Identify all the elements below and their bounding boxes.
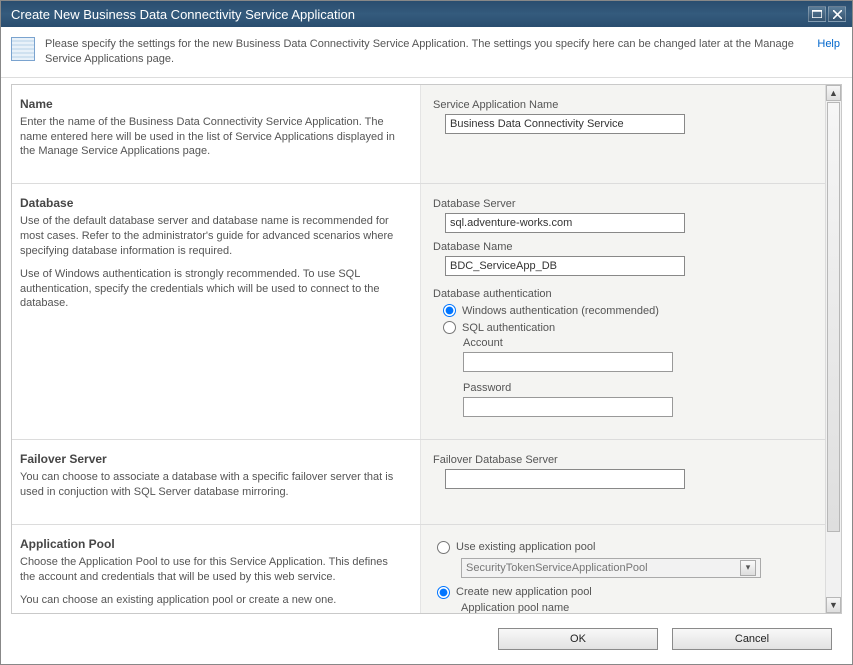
section-database-title: Database xyxy=(20,196,400,210)
db-server-label: Database Server xyxy=(433,198,813,210)
db-server-input[interactable] xyxy=(445,213,685,233)
section-name-desc: Enter the name of the Business Data Conn… xyxy=(20,115,400,160)
ok-button[interactable]: OK xyxy=(498,628,658,650)
section-apppool: Application Pool Choose the Application … xyxy=(12,525,825,613)
info-icon xyxy=(11,37,35,61)
service-app-name-label: Service Application Name xyxy=(433,99,813,111)
scroll-up-icon[interactable]: ▲ xyxy=(826,85,841,101)
vertical-scrollbar[interactable]: ▲ ▼ xyxy=(825,85,841,613)
radio-create-new-pool[interactable]: Create new application pool xyxy=(437,586,813,599)
radio-create-new-pool-input[interactable] xyxy=(437,586,450,599)
sql-password-input[interactable] xyxy=(463,397,673,417)
radio-sql-auth-input[interactable] xyxy=(443,321,456,334)
radio-windows-auth-input[interactable] xyxy=(443,304,456,317)
section-failover-desc: You can choose to associate a database w… xyxy=(20,470,400,500)
section-failover: Failover Server You can choose to associ… xyxy=(12,440,825,525)
section-failover-title: Failover Server xyxy=(20,452,400,466)
section-database-desc2: Use of Windows authentication is strongl… xyxy=(20,267,400,312)
radio-sql-auth[interactable]: SQL authentication xyxy=(443,321,813,334)
sql-account-input[interactable] xyxy=(463,352,673,372)
scrollbar-thumb[interactable] xyxy=(827,102,840,532)
dialog-title: Create New Business Data Connectivity Se… xyxy=(11,7,806,22)
existing-pool-select[interactable]: SecurityTokenServiceApplicationPool ▾ xyxy=(461,558,761,578)
service-app-name-input[interactable] xyxy=(445,114,685,134)
section-apppool-desc2: You can choose an existing application p… xyxy=(20,593,400,608)
chevron-down-icon[interactable]: ▾ xyxy=(740,560,756,576)
section-apppool-title: Application Pool xyxy=(20,537,400,551)
info-text: Please specify the settings for the new … xyxy=(45,37,807,67)
existing-pool-value: SecurityTokenServiceApplicationPool xyxy=(466,562,648,574)
dialog-titlebar: Create New Business Data Connectivity Se… xyxy=(1,1,852,27)
failover-server-label: Failover Database Server xyxy=(433,454,813,466)
content-scroll-area: Name Enter the name of the Business Data… xyxy=(12,85,825,613)
radio-sql-auth-label: SQL authentication xyxy=(462,322,555,334)
section-name-title: Name xyxy=(20,97,400,111)
radio-use-existing-pool-input[interactable] xyxy=(437,541,450,554)
radio-use-existing-pool[interactable]: Use existing application pool xyxy=(437,541,813,554)
scroll-down-icon[interactable]: ▼ xyxy=(826,597,841,613)
section-database: Database Use of the default database ser… xyxy=(12,184,825,440)
db-name-label: Database Name xyxy=(433,241,813,253)
db-auth-label: Database authentication xyxy=(433,288,813,300)
radio-windows-auth-label: Windows authentication (recommended) xyxy=(462,305,659,317)
sql-account-label: Account xyxy=(463,337,813,349)
info-strip: Please specify the settings for the new … xyxy=(1,27,852,78)
maximize-icon[interactable] xyxy=(808,6,826,22)
content-wrap: Name Enter the name of the Business Data… xyxy=(11,84,842,614)
cancel-button[interactable]: Cancel xyxy=(672,628,832,650)
db-name-input[interactable] xyxy=(445,256,685,276)
dialog-footer: OK Cancel xyxy=(1,614,852,650)
section-name: Name Enter the name of the Business Data… xyxy=(12,85,825,185)
close-icon[interactable] xyxy=(828,6,846,22)
new-pool-name-label: Application pool name xyxy=(461,602,813,613)
radio-use-existing-pool-label: Use existing application pool xyxy=(456,541,595,553)
help-link[interactable]: Help xyxy=(817,37,840,50)
section-apppool-desc1: Choose the Application Pool to use for t… xyxy=(20,555,400,585)
failover-server-input[interactable] xyxy=(445,469,685,489)
radio-create-new-pool-label: Create new application pool xyxy=(456,586,592,598)
radio-windows-auth[interactable]: Windows authentication (recommended) xyxy=(443,304,813,317)
section-database-desc1: Use of the default database server and d… xyxy=(20,214,400,259)
sql-password-label: Password xyxy=(463,382,813,394)
